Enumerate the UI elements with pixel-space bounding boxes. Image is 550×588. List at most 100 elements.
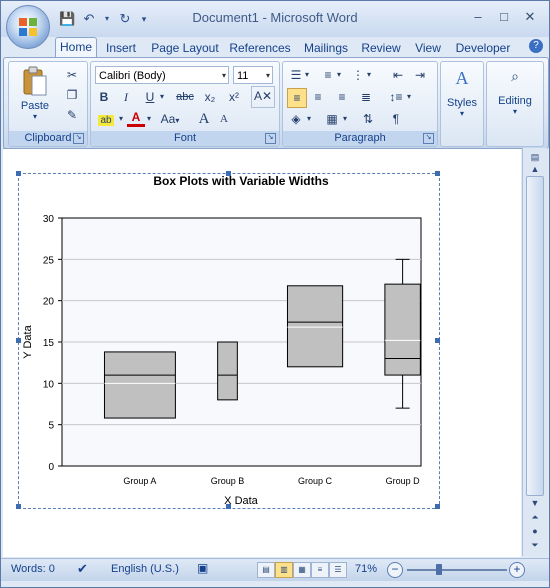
superscript-button[interactable]: x²	[225, 88, 243, 106]
minimize-button[interactable]: –	[465, 7, 491, 27]
resize-handle-nw[interactable]	[16, 171, 21, 176]
font-launcher-icon[interactable]: ↘	[265, 133, 276, 144]
grow-font-button[interactable]: A	[195, 110, 213, 128]
print-layout-view-button[interactable]: ▤	[257, 562, 275, 578]
word-window: 💾 ↶ ▾ ↻ ▾ Document1 - Microsoft Word – □…	[0, 0, 550, 588]
tab-developer[interactable]: Developer	[453, 39, 513, 57]
window-controls: – □ ✕	[465, 7, 543, 27]
align-center-icon[interactable]: ≡	[309, 88, 327, 106]
chart-object[interactable]: 0 5 10 15 20 25 30 Box Plots with Variable Widt…	[18, 173, 440, 509]
borders-icon[interactable]: ▦	[323, 110, 341, 128]
help-icon[interactable]: ?	[529, 39, 543, 53]
font-color-icon[interactable]: A	[127, 110, 145, 127]
box	[103, 351, 176, 419]
close-button[interactable]: ✕	[517, 7, 543, 27]
sort-icon[interactable]: ⇅	[359, 110, 377, 128]
underline-dropdown-icon[interactable]: ▾	[157, 88, 167, 106]
paragraph-launcher-icon[interactable]: ↘	[423, 133, 434, 144]
font-color-dropdown-icon[interactable]: ▾	[145, 110, 153, 128]
macro-recording-icon[interactable]: ▣	[197, 561, 208, 575]
editing-dropdown-icon: ▾	[512, 107, 517, 116]
bullets-dropdown-icon[interactable]: ▾	[303, 66, 311, 84]
ruler-toggle-icon[interactable]: ▤	[527, 152, 543, 163]
italic-button[interactable]: I	[117, 88, 135, 106]
show-formatting-icon[interactable]: ¶	[387, 110, 405, 128]
scroll-thumb[interactable]	[526, 176, 544, 496]
align-left-icon[interactable]: ≡	[287, 88, 307, 108]
tab-insert[interactable]: Insert	[101, 39, 141, 57]
zoom-level[interactable]: 71%	[355, 563, 377, 575]
tab-view[interactable]: View	[409, 39, 447, 57]
line-spacing-dropdown-icon[interactable]: ▾	[405, 88, 413, 106]
multilevel-dropdown-icon[interactable]: ▾	[365, 66, 373, 84]
vertical-scrollbar[interactable]: ▤ ▲ ▼ ⏶ ● ⏷	[522, 148, 547, 556]
resize-handle-s[interactable]	[226, 504, 231, 509]
font-name-dropdown-icon[interactable]: ▾	[222, 67, 226, 85]
previous-page-icon[interactable]: ⏶	[527, 512, 543, 523]
proofing-icon[interactable]: ✔	[77, 561, 88, 577]
highlight-icon[interactable]: ab	[95, 110, 117, 128]
cut-icon[interactable]: ✂	[63, 66, 81, 84]
font-size-dropdown-icon[interactable]: ▾	[266, 67, 270, 85]
justify-icon[interactable]: ≣	[357, 88, 375, 106]
full-screen-reading-view-button[interactable]: ▥	[275, 562, 293, 578]
word-count[interactable]: Words: 0	[11, 563, 55, 575]
web-layout-view-button[interactable]: ▦	[293, 562, 311, 578]
resize-handle-e[interactable]	[435, 338, 440, 343]
align-right-icon[interactable]: ≡	[333, 88, 351, 106]
tab-mailings[interactable]: Mailings	[299, 39, 353, 57]
language-indicator[interactable]: English (U.S.)	[111, 563, 179, 575]
format-painter-icon[interactable]: ✎	[63, 106, 81, 124]
highlight-dropdown-icon[interactable]: ▾	[117, 110, 125, 128]
draft-view-button[interactable]: ☰	[329, 562, 347, 578]
paste-button[interactable]: Paste ▾	[15, 66, 55, 128]
resize-handle-sw[interactable]	[16, 504, 21, 509]
editing-button[interactable]: ⌕ Editing ▾	[487, 68, 543, 116]
maximize-button[interactable]: □	[491, 7, 517, 27]
shading-dropdown-icon[interactable]: ▾	[305, 110, 313, 128]
styles-button[interactable]: A Styles ▾	[441, 68, 483, 118]
tab-review[interactable]: Review	[359, 39, 403, 57]
tab-references[interactable]: References	[227, 39, 293, 57]
font-group-label: Font	[91, 131, 279, 146]
strikethrough-button[interactable]: abc	[173, 88, 197, 106]
resize-handle-w[interactable]	[16, 338, 21, 343]
office-button[interactable]	[6, 5, 50, 49]
zoom-slider-thumb[interactable]	[435, 564, 442, 575]
copy-icon[interactable]: ❐	[63, 86, 81, 104]
tab-page-layout[interactable]: Page Layout	[149, 39, 221, 57]
line-spacing-icon[interactable]: ↕≡	[387, 88, 405, 106]
zoom-slider-track[interactable]	[407, 569, 507, 571]
increase-indent-icon[interactable]: ⇥	[411, 66, 429, 84]
scroll-up-icon[interactable]: ▲	[527, 164, 543, 174]
bold-button[interactable]: B	[95, 88, 113, 106]
outline-view-button[interactable]: ≡	[311, 562, 329, 578]
clear-formatting-icon[interactable]: A✕	[251, 86, 275, 108]
scroll-down-icon[interactable]: ▼	[527, 498, 543, 508]
paste-label: Paste	[20, 100, 50, 112]
x-tick-label: Group B	[211, 476, 245, 486]
shading-icon[interactable]: ◈	[287, 110, 305, 128]
box	[384, 283, 421, 376]
resize-handle-se[interactable]	[435, 504, 440, 509]
document-area[interactable]: 0 5 10 15 20 25 30 Box Plots with Variable Widt…	[3, 148, 521, 557]
select-browse-object-icon[interactable]: ●	[527, 526, 543, 536]
y-tick-label: 25	[43, 255, 55, 266]
zoom-out-button[interactable]: −	[387, 562, 403, 578]
borders-dropdown-icon[interactable]: ▾	[341, 110, 349, 128]
office-logo-icon	[19, 18, 37, 36]
font-size-combo[interactable]: 11 ▾	[233, 66, 273, 84]
numbering-dropdown-icon[interactable]: ▾	[335, 66, 343, 84]
resize-handle-n[interactable]	[226, 171, 231, 176]
font-name-combo[interactable]: Calibri (Body) ▾	[95, 66, 229, 84]
decrease-indent-icon[interactable]: ⇤	[389, 66, 407, 84]
tab-home[interactable]: Home	[55, 37, 97, 58]
zoom-in-button[interactable]: +	[509, 562, 525, 578]
next-page-icon[interactable]: ⏷	[527, 540, 543, 551]
change-case-button[interactable]: Aa▾	[157, 110, 183, 128]
shrink-font-button[interactable]: A	[215, 110, 233, 128]
find-binoculars-icon: ⌕	[511, 68, 519, 84]
subscript-button[interactable]: x₂	[201, 88, 219, 106]
resize-handle-ne[interactable]	[435, 171, 440, 176]
clipboard-launcher-icon[interactable]: ↘	[73, 133, 84, 144]
